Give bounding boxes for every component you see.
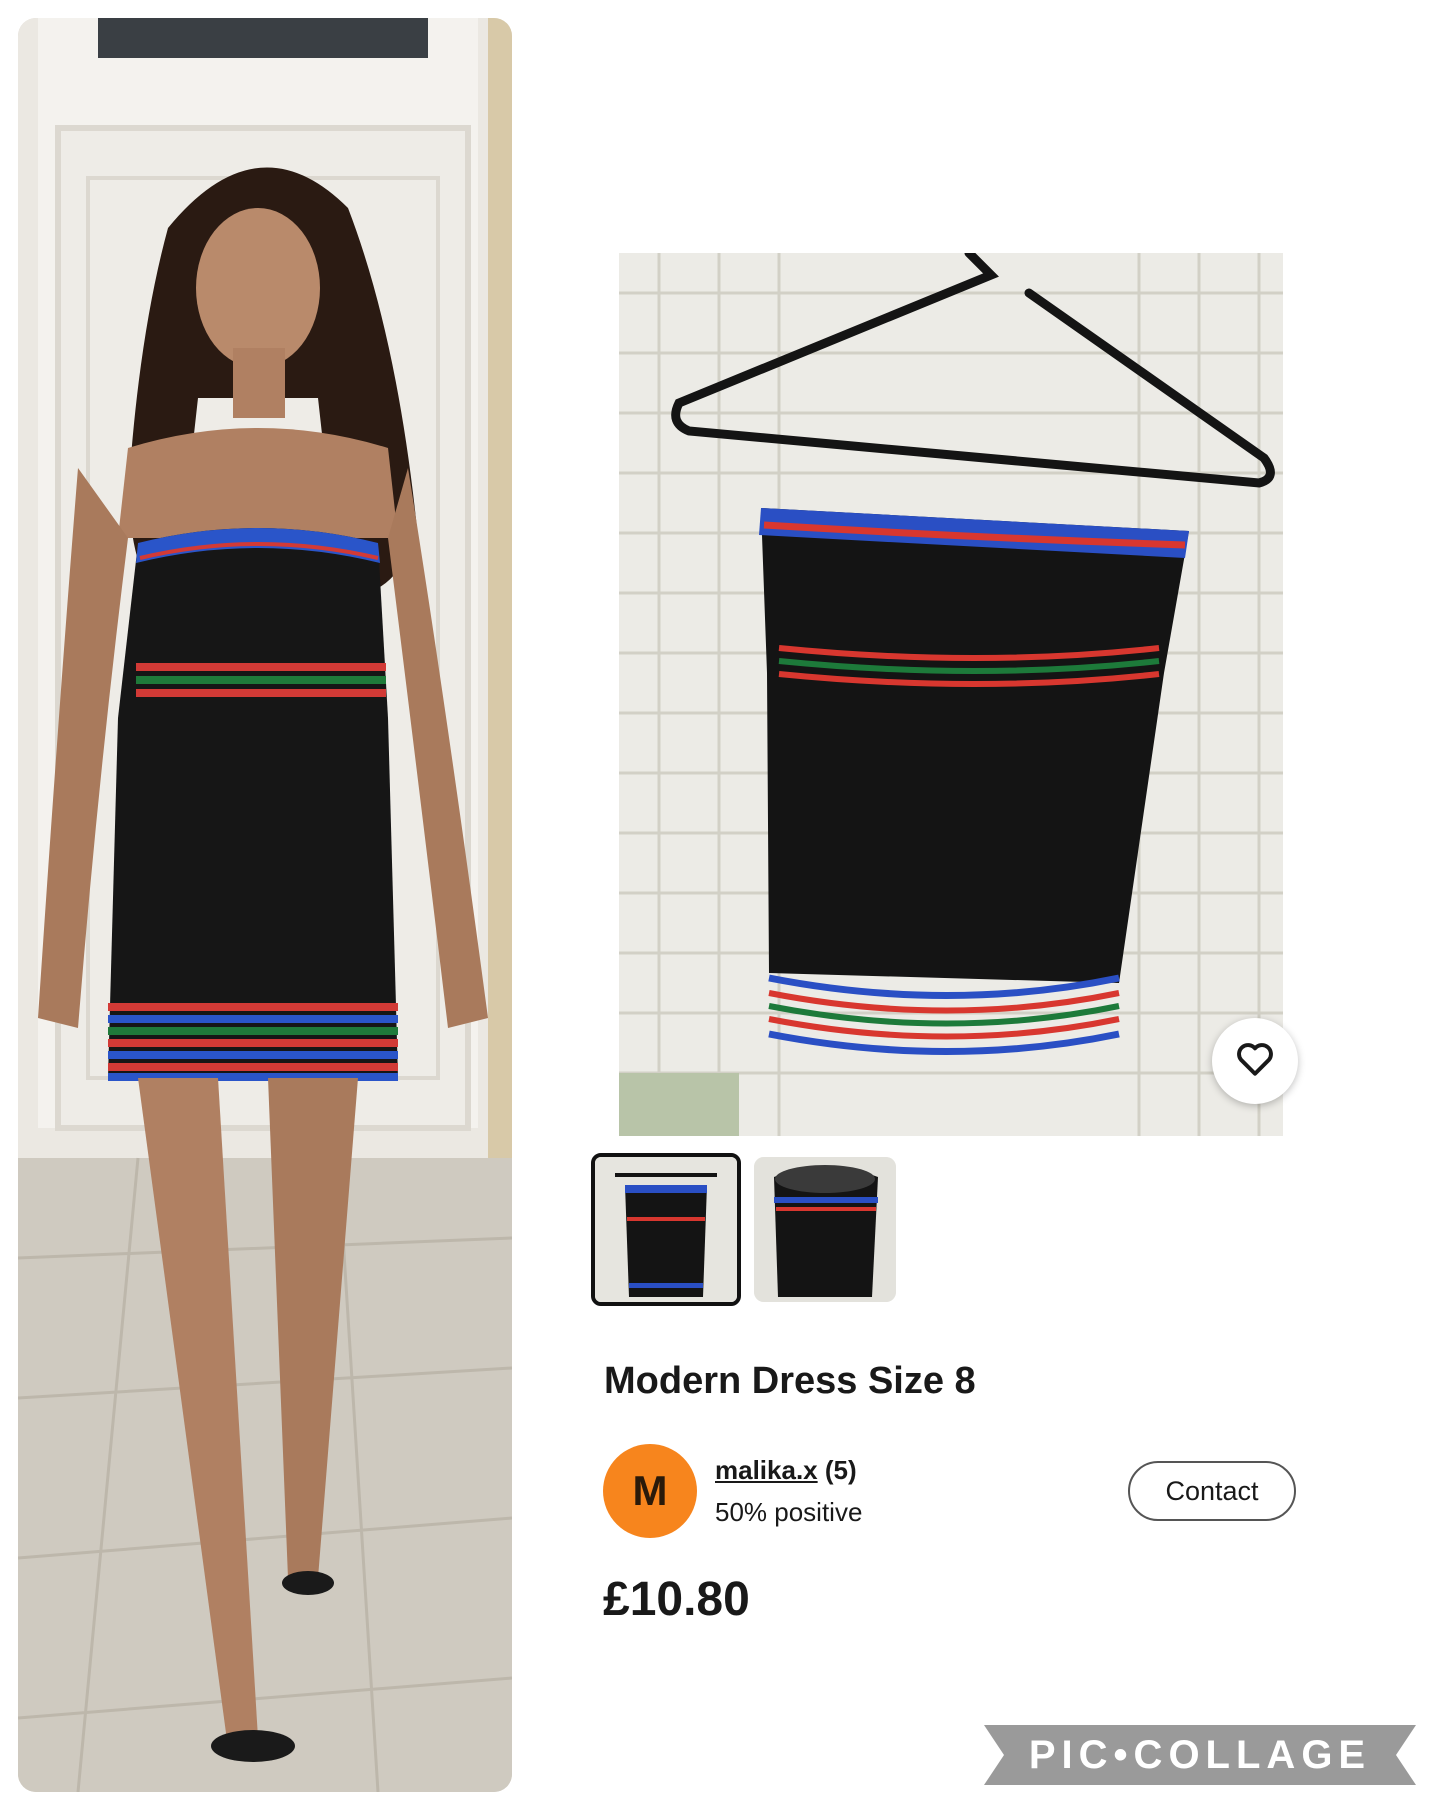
listing-title: Modern Dress Size 8 <box>604 1360 976 1402</box>
seller-rating-count: (5) <box>824 1455 857 1485</box>
watermark-text: PIC•COLLAGE <box>1028 1732 1372 1777</box>
seller-name-link[interactable]: malika.x <box>715 1455 818 1485</box>
listing-main-image[interactable] <box>619 253 1283 1136</box>
seller-avatar[interactable]: M <box>603 1444 697 1538</box>
heart-outline-icon <box>1235 1041 1275 1082</box>
model-photo <box>18 18 512 1792</box>
seller-feedback: 50% positive <box>715 1497 863 1527</box>
thumbnail-1-selected[interactable] <box>591 1153 741 1306</box>
thumbnail-2[interactable] <box>754 1157 896 1302</box>
favorite-button[interactable] <box>1212 1018 1298 1104</box>
listing-price: £10.80 <box>603 1573 750 1626</box>
seller-info: malika.x (5) <box>715 1455 857 1486</box>
pic-collage-watermark: PIC•COLLAGE <box>984 1725 1416 1785</box>
contact-button[interactable]: Contact <box>1128 1461 1296 1521</box>
